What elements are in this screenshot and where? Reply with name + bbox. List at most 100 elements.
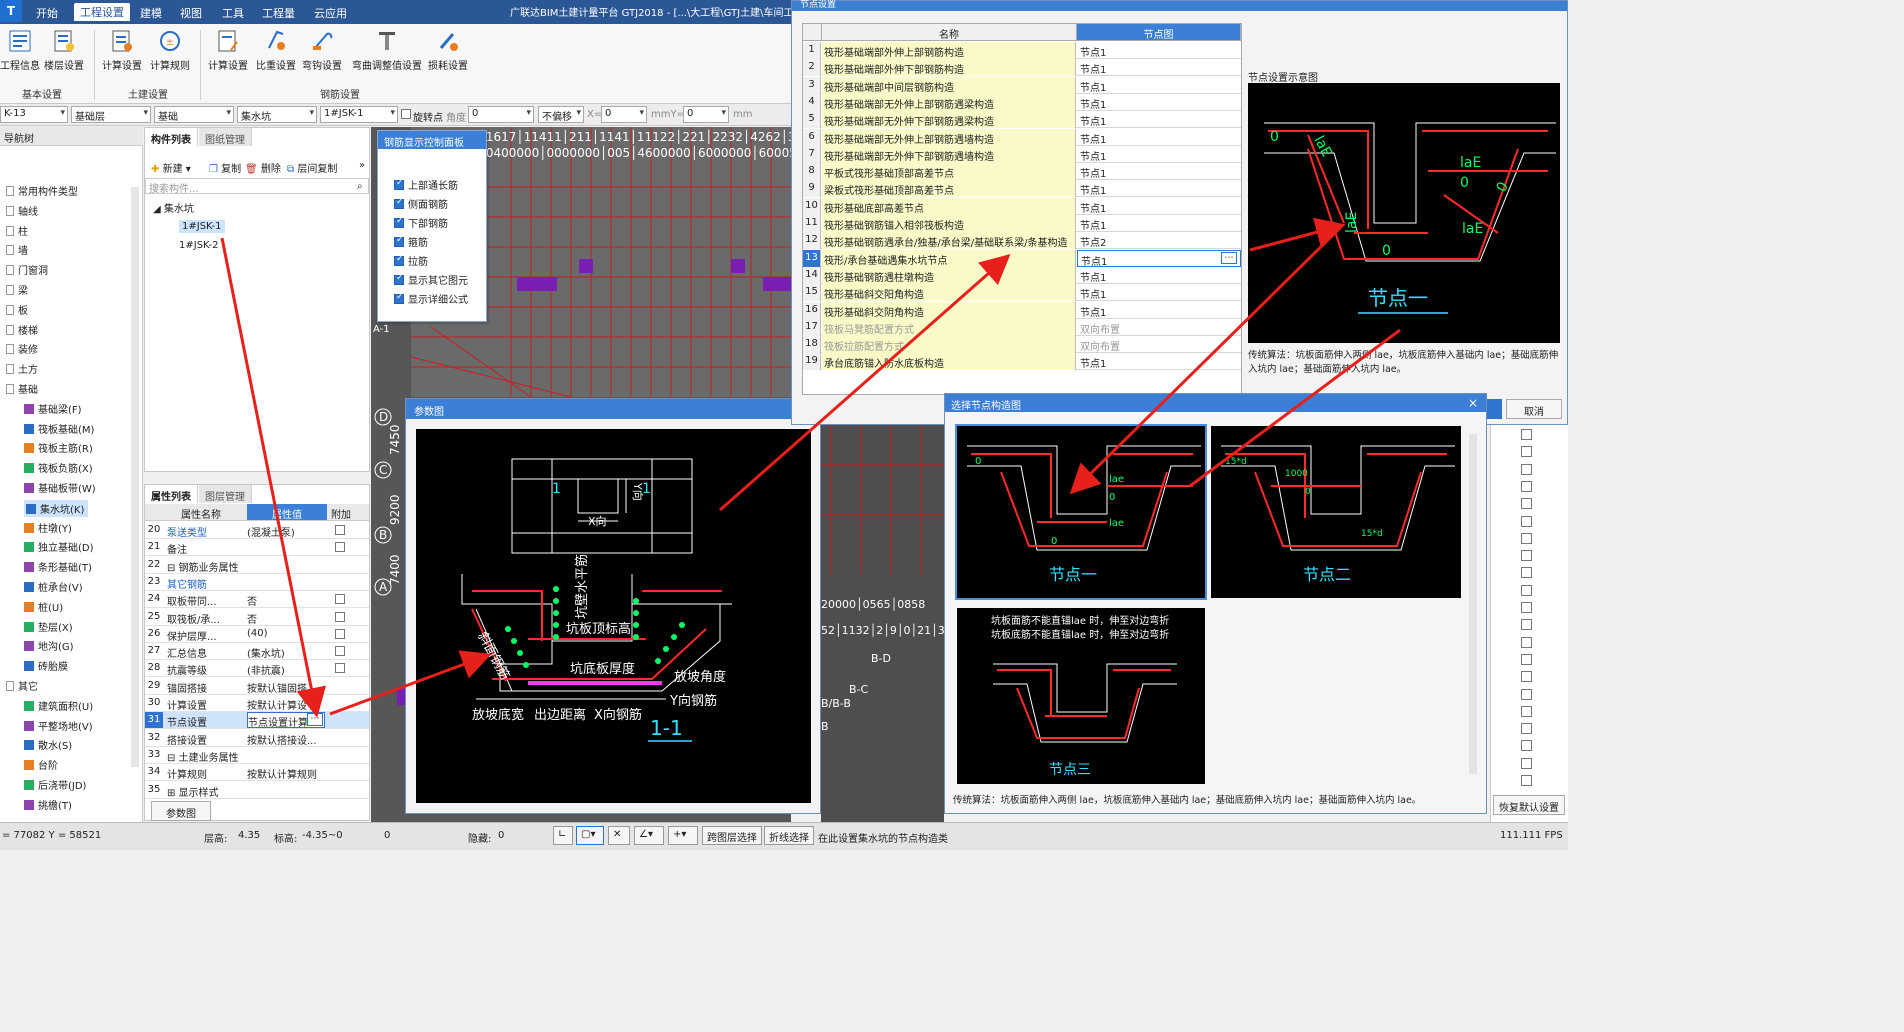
component-select[interactable]: 1#JSK-1 bbox=[320, 106, 398, 123]
node-row[interactable]: 9 梁板式筏形基础顶部高差节点 节点1 bbox=[803, 180, 1241, 198]
copy-component-button[interactable]: ❐ 复制 bbox=[209, 160, 241, 175]
node-row-value[interactable]: 节点1 bbox=[1077, 42, 1241, 59]
nav-item[interactable]: 桩承台(V) bbox=[24, 579, 83, 594]
property-row[interactable]: 32 搭接设置 按默认搭接设... bbox=[145, 730, 369, 747]
rebar-display-option[interactable]: 显示其它图元 bbox=[394, 272, 468, 287]
nav-item[interactable]: 装修 bbox=[6, 341, 38, 356]
tree-item-jsk-1[interactable]: 1#JSK-1 bbox=[179, 220, 225, 233]
property-row[interactable]: 24 取板带同... 否 bbox=[145, 591, 369, 609]
nav-item[interactable]: 建筑面积(U) bbox=[24, 698, 93, 713]
floor-select[interactable]: K-13 bbox=[0, 106, 68, 123]
row-checkbox[interactable] bbox=[1521, 429, 1532, 440]
ellipsis-icon[interactable]: ⋯ bbox=[1221, 251, 1237, 264]
property-row[interactable]: 20 泵送类型 (混凝土泵) bbox=[145, 522, 369, 539]
rebar-display-option[interactable]: 下部钢筋 bbox=[394, 215, 448, 230]
node-row-value[interactable]: 节点1 bbox=[1077, 146, 1241, 163]
menu-quantities[interactable]: 工程量 bbox=[262, 5, 295, 21]
nav-item[interactable]: 集水坑(K) bbox=[24, 499, 89, 517]
tab-property-list[interactable]: 属性列表 bbox=[145, 485, 198, 503]
rebar-display-option[interactable]: 箍筋 bbox=[394, 234, 428, 249]
property-extra-checkbox[interactable] bbox=[335, 594, 345, 605]
tree-root-sump[interactable]: ◢ 集水坑 bbox=[153, 200, 194, 215]
rebar-display-option[interactable]: 上部通长筋 bbox=[394, 177, 458, 192]
nav-item[interactable]: 地沟(G) bbox=[24, 638, 74, 653]
node-row[interactable]: 12 筏形基础钢筋遇承台/独基/承台梁/基础联系梁/条基构造 节点2 bbox=[803, 232, 1241, 250]
civil-calc-settings-button[interactable]: 计算设置 bbox=[100, 28, 144, 72]
node-row-value[interactable]: 节点1 bbox=[1077, 77, 1241, 94]
nav-item[interactable]: 基础板带(W) bbox=[24, 480, 96, 495]
row-checkbox[interactable] bbox=[1521, 740, 1532, 752]
nav-item[interactable]: 轴线 bbox=[6, 203, 38, 218]
property-row[interactable]: 35 ⊞ 显示样式 bbox=[145, 782, 369, 799]
row-checkbox[interactable] bbox=[1521, 550, 1532, 562]
node-row-value[interactable]: 节点1 bbox=[1077, 267, 1241, 284]
node-row-value[interactable]: 节点1 bbox=[1077, 215, 1241, 232]
property-extra-checkbox[interactable] bbox=[335, 525, 345, 535]
ortho-icon[interactable]: ∟ bbox=[553, 826, 573, 845]
nav-item[interactable]: 门窗洞 bbox=[6, 262, 48, 277]
row-checkbox[interactable] bbox=[1521, 636, 1532, 648]
nav-item[interactable]: 筏板基础(M) bbox=[24, 421, 94, 436]
row-checkbox[interactable] bbox=[1521, 446, 1532, 458]
node-row[interactable]: 18 筏板拉筋配置方式 双向布置 bbox=[803, 336, 1241, 354]
new-component-button[interactable]: ✚ 新建 ▾ bbox=[151, 160, 191, 175]
property-row[interactable]: 27 汇总信息 (集水坑) bbox=[145, 643, 369, 661]
row-checkbox[interactable] bbox=[1521, 723, 1532, 735]
nav-item[interactable]: 柱 bbox=[6, 223, 28, 238]
row-checkbox[interactable] bbox=[1521, 480, 1532, 492]
ellipsis-icon[interactable]: ⋯ bbox=[307, 713, 323, 727]
offset-snap-icon[interactable]: +▾ bbox=[668, 826, 698, 845]
nav-item[interactable]: 板 bbox=[6, 302, 28, 317]
nav-item[interactable]: 筏板主筋(R) bbox=[24, 440, 93, 455]
row-checkbox[interactable] bbox=[1521, 584, 1532, 596]
property-extra-checkbox[interactable] bbox=[335, 628, 345, 639]
node-row[interactable]: 16 筏形基础斜交阴角构造 节点1 bbox=[803, 301, 1241, 319]
nav-item[interactable]: 独立基础(D) bbox=[24, 539, 94, 554]
menu-tools[interactable]: 工具 bbox=[222, 5, 244, 21]
node-row[interactable]: 19 承台底筋锚入防水底板构造 节点1 bbox=[803, 353, 1241, 371]
y-input[interactable]: 0 bbox=[683, 106, 729, 123]
node-row-value[interactable]: 节点1 bbox=[1077, 302, 1241, 319]
category-select[interactable]: 基础 bbox=[154, 106, 234, 123]
row-checkbox[interactable] bbox=[1521, 705, 1532, 717]
nav-item[interactable]: 砖胎膜 bbox=[24, 658, 68, 673]
node-row-value[interactable]: 节点1 bbox=[1077, 249, 1241, 268]
close-icon[interactable]: × bbox=[1468, 396, 1478, 410]
cad-canvas-right[interactable]: 20000│0565│0858 52│1132│2│9│0│21│32 B-D … bbox=[821, 425, 952, 822]
checkbox-checked-icon[interactable] bbox=[394, 273, 404, 285]
cross-icon[interactable]: ✕ bbox=[608, 826, 630, 845]
type-select[interactable]: 集水坑 bbox=[237, 106, 317, 123]
nav-item[interactable]: 楼梯 bbox=[6, 322, 38, 337]
angle-input[interactable]: 0 bbox=[468, 106, 534, 123]
tab-drawing-manager[interactable]: 图纸管理 bbox=[199, 128, 252, 146]
checkbox-checked-icon[interactable] bbox=[394, 197, 404, 209]
node-row[interactable]: 4 筏形基础端部无外伸上部钢筋遇梁构造 节点1 bbox=[803, 93, 1241, 111]
param-diagram-button[interactable]: 参数图 bbox=[151, 801, 211, 821]
node-option-3[interactable]: 坑板面筋不能直锚lae 时，伸至对边弯折 坑板底筋不能直锚lae 时，伸至对边弯… bbox=[957, 608, 1205, 784]
row-checkbox[interactable] bbox=[1521, 757, 1532, 769]
property-row[interactable]: 31 节点设置 节点设置计算 ⋯ bbox=[145, 712, 369, 730]
property-row[interactable]: 21 备注 bbox=[145, 539, 369, 557]
node-option-2[interactable]: 15*d 1000 0 15*d 节点二 bbox=[1211, 426, 1461, 598]
property-row[interactable]: 29 锚固搭接 按默认锚固搭 bbox=[145, 678, 369, 695]
nav-item[interactable]: 条形基础(T) bbox=[24, 559, 92, 574]
rebar-display-option[interactable]: 拉筋 bbox=[394, 253, 428, 268]
polyline-select-button[interactable]: 折线选择 bbox=[764, 826, 814, 845]
menu-start[interactable]: 开始 bbox=[36, 5, 58, 21]
nav-item[interactable]: 基础梁(F) bbox=[24, 401, 82, 416]
property-row[interactable]: 28 抗震等级 (非抗震) bbox=[145, 660, 369, 678]
node-row-value[interactable]: 节点1 bbox=[1077, 94, 1241, 111]
node-row[interactable]: 6 筏形基础端部无外伸上部钢筋遇墙构造 节点1 bbox=[803, 128, 1241, 146]
row-checkbox[interactable] bbox=[1521, 619, 1532, 631]
row-checkbox[interactable] bbox=[1521, 688, 1532, 700]
node-row-value[interactable]: 节点1 bbox=[1077, 59, 1241, 76]
search-icon[interactable]: ⌕ bbox=[357, 181, 363, 192]
node-row-value[interactable]: 双向布置 bbox=[1077, 336, 1241, 353]
checkbox-checked-icon[interactable] bbox=[394, 254, 404, 266]
calc-rules-button[interactable]: ± 计算规则 bbox=[148, 28, 192, 72]
node-row[interactable]: 13 筏形/承台基础遇集水坑节点 节点1 ⋯ bbox=[803, 249, 1241, 268]
bend-adjust-button[interactable]: 弯曲调整值设置 bbox=[350, 28, 424, 72]
menu-cloud[interactable]: 云应用 bbox=[314, 5, 347, 21]
node-row-value[interactable]: 节点1 bbox=[1077, 180, 1241, 197]
loss-settings-button[interactable]: 损耗设置 bbox=[426, 28, 470, 72]
